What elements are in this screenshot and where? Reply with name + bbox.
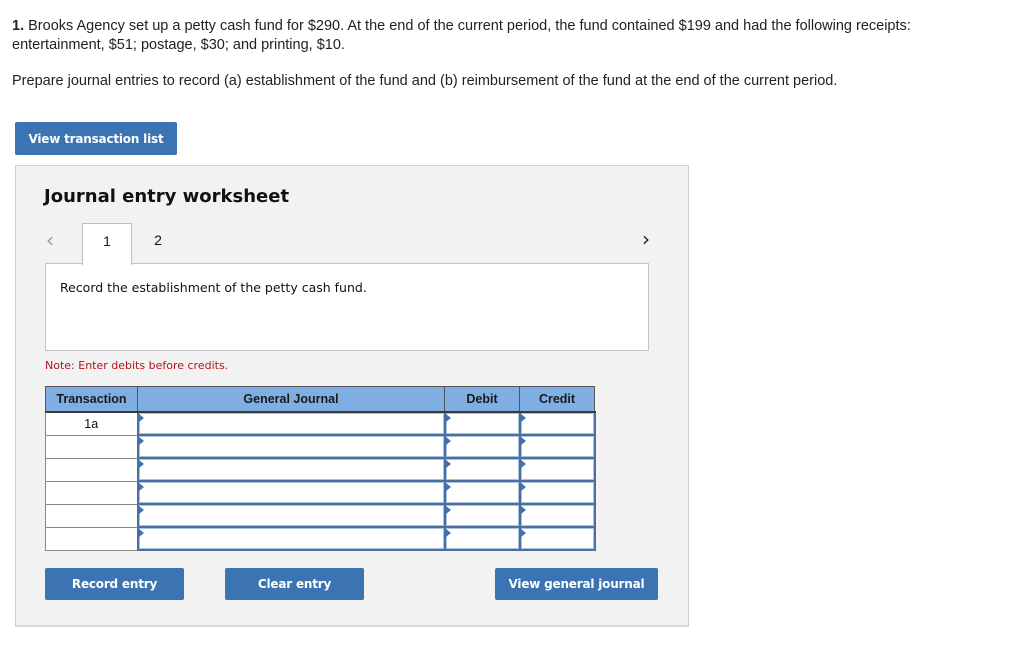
cell-marker-icon [445,483,451,491]
table-row: 1a [45,411,596,436]
header-general-journal: General Journal [137,386,445,413]
debit-input[interactable] [443,503,521,528]
question-body: Brooks Agency set up a petty cash fund f… [12,18,911,53]
view-general-journal-button[interactable]: View general journal [495,568,658,600]
cell-marker-icon [445,437,451,445]
view-transaction-list-button[interactable]: View transaction list [15,122,177,155]
credit-input[interactable] [518,480,596,505]
journal-entry-worksheet: Journal entry worksheet ‹ 1 2 › Record t… [15,165,689,627]
worksheet-title: Journal entry worksheet [44,186,290,207]
question-instruction: Prepare journal entries to record (a) es… [12,73,838,89]
transaction-cell [45,503,138,528]
cell-marker-icon [520,529,526,537]
cell-marker-icon [520,437,526,445]
tab-1[interactable]: 1 [82,223,132,265]
transaction-cell [45,457,138,482]
debit-input[interactable] [443,434,521,459]
prompt-text: Record the establishment of the petty ca… [60,280,367,295]
table-row [45,503,596,528]
transaction-cell: 1a [45,411,138,436]
credit-input[interactable] [518,457,596,482]
cell-marker-icon [138,529,144,537]
header-credit: Credit [519,386,595,413]
account-select[interactable] [136,526,446,551]
account-select[interactable] [136,503,446,528]
header-transaction: Transaction [45,386,138,413]
table-header-row: Transaction General Journal Debit Credit [45,386,595,413]
credit-input[interactable] [518,503,596,528]
cell-marker-icon [520,506,526,514]
cell-marker-icon [138,437,144,445]
question-number: 1. [12,18,25,34]
clear-entry-button[interactable]: Clear entry [225,568,364,600]
cell-marker-icon [445,460,451,468]
cell-marker-icon [445,414,451,422]
account-select[interactable] [136,411,446,436]
table-row [45,457,596,482]
question-text: 1. Brooks Agency set up a petty cash fun… [12,17,992,55]
debit-input[interactable] [443,480,521,505]
cell-marker-icon [138,506,144,514]
debit-input[interactable] [443,457,521,482]
credit-input[interactable] [518,526,596,551]
chevron-left-icon[interactable]: ‹ [46,228,54,252]
prompt-box: Record the establishment of the petty ca… [45,263,649,351]
record-entry-button[interactable]: Record entry [45,568,184,600]
transaction-cell [45,480,138,505]
journal-table: Transaction General Journal Debit Credit… [45,386,596,551]
debit-input[interactable] [443,526,521,551]
cell-marker-icon [138,414,144,422]
cell-marker-icon [138,460,144,468]
header-debit: Debit [444,386,520,413]
cell-marker-icon [520,414,526,422]
cell-marker-icon [138,483,144,491]
tab-label: 2 [154,232,162,248]
credit-input[interactable] [518,434,596,459]
table-row [45,434,596,459]
account-select[interactable] [136,457,446,482]
account-select[interactable] [136,434,446,459]
tab-label: 1 [103,233,111,249]
transaction-cell [45,434,138,459]
account-select[interactable] [136,480,446,505]
cell-marker-icon [520,460,526,468]
debit-input[interactable] [443,411,521,436]
chevron-right-icon[interactable]: › [642,227,650,251]
cell-marker-icon [445,529,451,537]
debits-note: Note: Enter debits before credits. [45,359,229,372]
cell-marker-icon [520,483,526,491]
transaction-cell [45,526,138,551]
cell-marker-icon [445,506,451,514]
table-row [45,526,596,551]
tab-2[interactable]: 2 [133,223,183,263]
table-row [45,480,596,505]
credit-input[interactable] [518,411,596,436]
